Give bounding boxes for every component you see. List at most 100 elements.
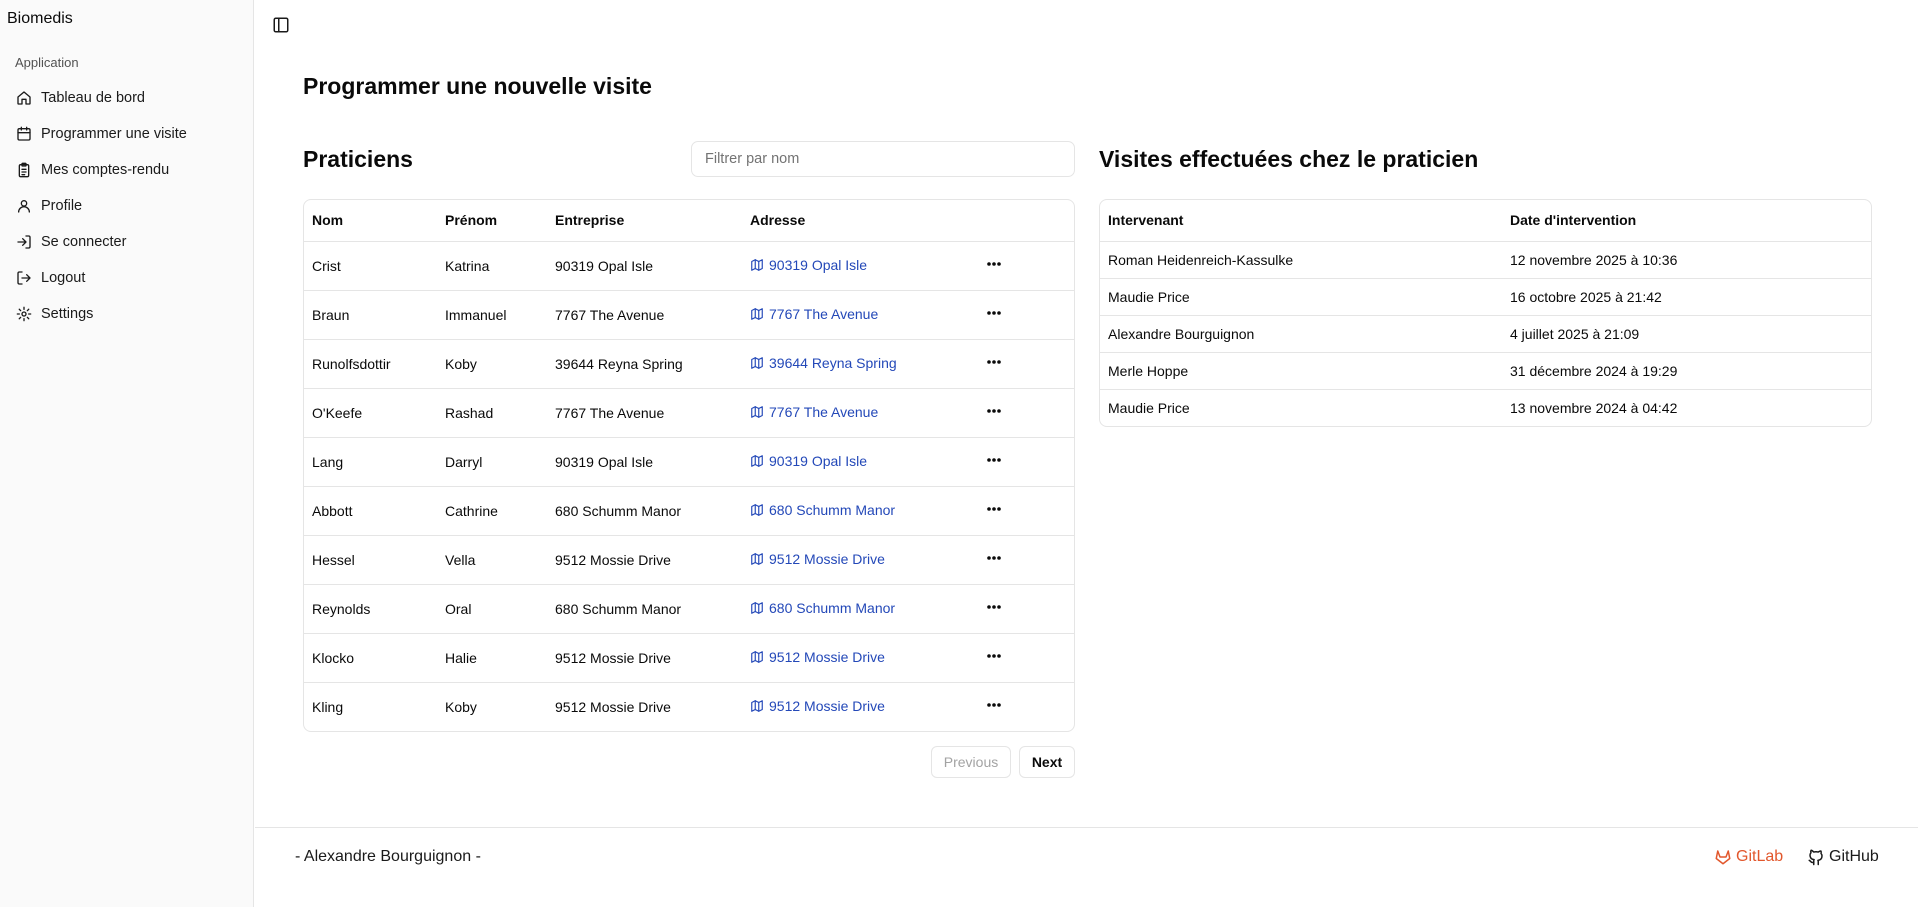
cell-entreprise: 9512 Mossie Drive <box>555 698 671 715</box>
cell-actions <box>974 388 1074 437</box>
address-label: 90319 Opal Isle <box>769 256 868 273</box>
visits-table-body: Roman Heidenreich-Kassulke 12 novembre 20… <box>1100 241 1871 426</box>
cell-actions <box>974 290 1074 339</box>
previous-button[interactable]: Previous <box>931 746 1011 778</box>
cell-actions <box>974 437 1074 486</box>
more-options-icon[interactable] <box>982 549 1006 567</box>
address-label: 680 Schumm Manor <box>769 501 896 518</box>
cell-prenom: Rashad <box>445 404 494 421</box>
address-link[interactable]: 39644 Reyna Spring <box>750 355 897 371</box>
more-options-icon[interactable] <box>982 304 1006 322</box>
visits-title: Visites effectuées chez le praticien <box>1099 146 1479 172</box>
sidebar-item-label: Logout <box>41 270 86 286</box>
cell-adresse: 39644 Reyna Spring <box>742 339 974 388</box>
column-header: Nom <box>312 212 344 229</box>
table-row: Abbott Cathrine 680 Schumm Manor 680 Schumm… <box>304 486 1074 535</box>
address-link[interactable]: 90319 Opal Isle <box>750 453 867 469</box>
address-label: 9512 Mossie Drive <box>769 697 885 714</box>
cell-actions <box>974 339 1074 388</box>
user-icon <box>18 200 30 213</box>
cell-prenom: Darryl <box>445 453 483 470</box>
table-row: Maudie Price 16 octobre 2025 à 21:42 <box>1100 278 1871 315</box>
map-icon <box>751 307 763 320</box>
column-header-actions <box>974 200 1074 241</box>
cell-date: 13 novembre 2024 à 04:42 <box>1510 399 1678 416</box>
sidebar-item-login[interactable]: Se connecter <box>14 224 242 260</box>
cell-adresse: 90319 Opal Isle <box>742 241 974 290</box>
cell-intervenant: Alexandre Bourguignon <box>1108 325 1255 342</box>
address-link[interactable]: 9512 Mossie Drive <box>750 698 885 714</box>
address-link[interactable]: 7767 The Avenue <box>750 404 878 420</box>
more-options-icon[interactable] <box>982 696 1006 714</box>
more-options-icon[interactable] <box>982 402 1006 420</box>
address-label: 9512 Mossie Drive <box>769 550 885 567</box>
footer-author: - Alexandre Bourguignon - <box>295 848 481 865</box>
map-icon <box>751 650 763 663</box>
sidebar-item-schedule-visit[interactable]: Programmer une visite <box>14 116 242 152</box>
more-options-icon[interactable] <box>982 598 1006 616</box>
cell-adresse: 9512 Mossie Drive <box>742 633 974 682</box>
address-label: 680 Schumm Manor <box>769 599 896 616</box>
address-link[interactable]: 680 Schumm Manor <box>750 502 895 518</box>
address-link[interactable]: 9512 Mossie Drive <box>750 649 885 665</box>
cell-date: 31 décembre 2024 à 19:29 <box>1510 362 1678 379</box>
sidebar-item-settings[interactable]: Settings <box>14 296 242 332</box>
cell-prenom: Vella <box>445 551 476 568</box>
address-label: 39644 Reyna Spring <box>769 354 897 371</box>
cell-date: 12 novembre 2025 à 10:36 <box>1510 251 1678 268</box>
more-options-icon[interactable] <box>982 255 1006 273</box>
practitioners-title: Praticiens <box>303 146 413 172</box>
cell-nom: Hessel <box>312 551 355 568</box>
sidebar-item-dashboard[interactable]: Tableau de bord <box>14 80 242 116</box>
practitioners-table-body: Crist Katrina 90319 Opal Isle 90319 Opal Is… <box>304 241 1074 731</box>
next-button[interactable]: Next <box>1019 746 1075 778</box>
sidebar-item-label: Settings <box>41 306 94 322</box>
table-row: Klocko Halie 9512 Mossie Drive 9512 Mossie … <box>304 633 1074 682</box>
table-row: Lang Darryl 90319 Opal Isle 90319 Opal Isle <box>304 437 1074 486</box>
more-options-icon[interactable] <box>982 353 1006 371</box>
table-row: Roman Heidenreich-Kassulke 12 novembre 20… <box>1100 241 1871 278</box>
address-link[interactable]: 7767 The Avenue <box>750 306 878 322</box>
sidebar-item-label: Programmer une visite <box>41 126 187 142</box>
map-icon <box>751 258 763 271</box>
filter-input[interactable] <box>691 141 1075 177</box>
address-link[interactable]: 680 Schumm Manor <box>750 600 895 616</box>
more-options-icon[interactable] <box>982 500 1006 518</box>
sidebar-group-label: Application <box>15 55 79 70</box>
cell-nom: Reynolds <box>312 600 371 617</box>
cell-actions <box>974 633 1074 682</box>
more-options-icon[interactable] <box>982 647 1006 665</box>
sidebar-item-reports[interactable]: Mes comptes-rendu <box>14 152 242 188</box>
address-label: 9512 Mossie Drive <box>769 648 885 665</box>
cell-adresse: 7767 The Avenue <box>742 388 974 437</box>
cell-nom: Abbott <box>312 502 353 519</box>
app-name: Biomedis <box>7 10 73 27</box>
page-title: Programmer une nouvelle visite <box>303 73 652 99</box>
sidebar-toggle-icon[interactable] <box>272 16 290 34</box>
column-header: Entreprise <box>555 212 625 229</box>
cell-nom: Kling <box>312 698 344 715</box>
github-link[interactable]: GitHub <box>1807 848 1879 866</box>
cell-adresse: 680 Schumm Manor <box>742 486 974 535</box>
more-options-icon[interactable] <box>982 451 1006 469</box>
sidebar-item-label: Profile <box>41 198 83 214</box>
table-row: Crist Katrina 90319 Opal Isle 90319 Opal Is… <box>304 241 1074 290</box>
cell-entreprise: 680 Schumm Manor <box>555 600 682 617</box>
cell-nom: Runolfsdottir <box>312 355 391 372</box>
cell-prenom: Katrina <box>445 257 490 274</box>
sidebar: Biomedis Application Tableau de bord Pro… <box>0 0 254 907</box>
cell-entreprise: 680 Schumm Manor <box>555 502 682 519</box>
gitlab-link[interactable]: GitLab <box>1714 848 1783 866</box>
address-link[interactable]: 9512 Mossie Drive <box>750 551 885 567</box>
cell-intervenant: Merle Hoppe <box>1108 362 1189 379</box>
table-row: Merle Hoppe 31 décembre 2024 à 19:29 <box>1100 352 1871 389</box>
cell-adresse: 680 Schumm Manor <box>742 584 974 633</box>
cell-prenom: Oral <box>445 600 472 617</box>
address-link[interactable]: 90319 Opal Isle <box>750 257 867 273</box>
sidebar-item-logout[interactable]: Logout <box>14 260 242 296</box>
gitlab-label: GitLab <box>1736 848 1784 865</box>
sidebar-item-profile[interactable]: Profile <box>14 188 242 224</box>
address-label: 7767 The Avenue <box>769 305 879 322</box>
sidebar-item-label: Mes comptes-rendu <box>41 162 170 178</box>
cell-adresse: 90319 Opal Isle <box>742 437 974 486</box>
